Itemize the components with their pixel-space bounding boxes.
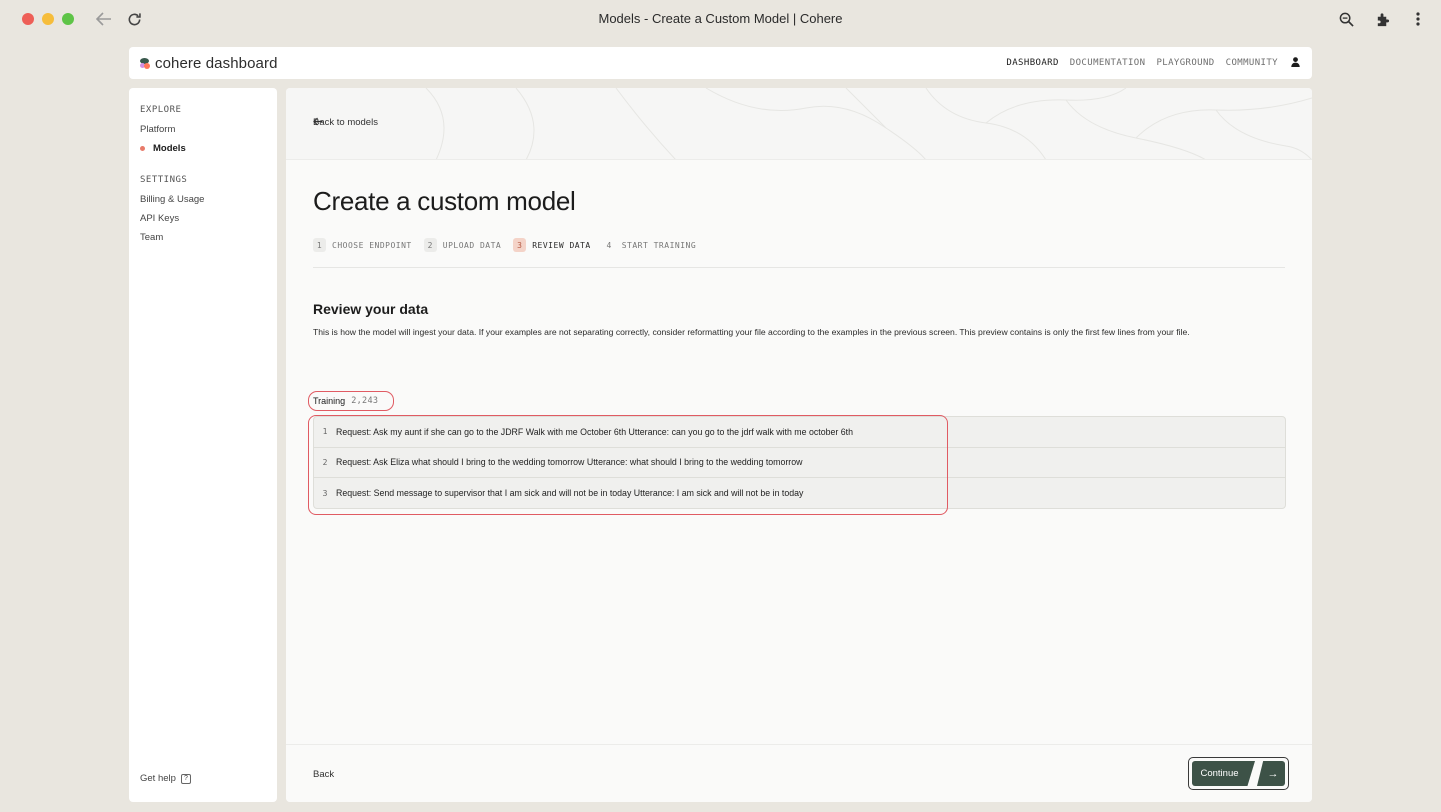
divider bbox=[313, 267, 1285, 268]
step-number: 4 bbox=[606, 240, 612, 250]
user-icon[interactable] bbox=[1291, 56, 1300, 70]
arrow-left-icon[interactable] bbox=[94, 9, 114, 29]
arrow-right-icon[interactable]: → bbox=[1257, 761, 1285, 786]
step-number: 2 bbox=[423, 238, 437, 252]
cohere-logo-icon bbox=[140, 57, 151, 69]
get-help-label: Get help bbox=[140, 773, 176, 784]
stepper: 1 CHOOSE ENDPOINT 2 UPLOAD DATA 3 REVIEW… bbox=[313, 238, 700, 252]
sidebar-item-label: Billing & Usage bbox=[140, 194, 205, 205]
main-panel: Back to models Create a custom model 1 C… bbox=[286, 88, 1312, 802]
tab-highlight-annotation bbox=[308, 391, 394, 411]
step-start-training[interactable]: 4 START TRAINING bbox=[603, 238, 696, 252]
step-upload-data[interactable]: 2 UPLOAD DATA bbox=[423, 238, 502, 252]
browser-chrome: Models - Create a Custom Model | Cohere bbox=[0, 0, 1441, 38]
sidebar-section-explore: EXPLORE bbox=[140, 105, 182, 115]
logo-text: cohere dashboard bbox=[155, 54, 278, 72]
nav-community[interactable]: COMMUNITY bbox=[1226, 58, 1278, 68]
rows-highlight-annotation bbox=[308, 415, 948, 515]
reload-icon[interactable] bbox=[124, 9, 144, 29]
sidebar-item-label: Models bbox=[153, 143, 186, 154]
active-indicator-icon bbox=[140, 146, 145, 151]
sidebar: EXPLORE Platform Models SETTINGS Billing… bbox=[129, 88, 277, 802]
extensions-icon[interactable] bbox=[1373, 9, 1391, 29]
footer-bar: Back Continue → bbox=[286, 744, 1312, 802]
more-vert-icon[interactable] bbox=[1409, 9, 1427, 29]
page-title: Create a custom model bbox=[313, 186, 576, 216]
banner-pattern-icon bbox=[425, 88, 1312, 159]
sidebar-item-team[interactable]: Team bbox=[140, 228, 266, 247]
continue-button[interactable]: Continue bbox=[1192, 761, 1255, 786]
top-navbar: cohere dashboard DASHBOARD DOCUMENTATION… bbox=[129, 47, 1312, 79]
close-window-button[interactable] bbox=[22, 13, 34, 25]
step-label: CHOOSE ENDPOINT bbox=[332, 240, 412, 250]
arrow-left-icon bbox=[313, 117, 323, 126]
step-number: 1 bbox=[313, 238, 326, 252]
back-to-models-link[interactable]: Back to models bbox=[313, 117, 378, 128]
sidebar-section-settings: SETTINGS bbox=[140, 175, 188, 185]
back-button[interactable]: Back bbox=[313, 769, 334, 780]
step-number: 3 bbox=[513, 238, 527, 252]
sidebar-item-label: Team bbox=[140, 232, 164, 243]
sidebar-item-label: Platform bbox=[140, 124, 176, 135]
help-icon: ? bbox=[180, 773, 191, 784]
section-title: Review your data bbox=[313, 301, 429, 317]
sidebar-item-platform[interactable]: Platform bbox=[140, 120, 266, 139]
nav-documentation[interactable]: DOCUMENTATION bbox=[1070, 58, 1146, 68]
sidebar-item-billing[interactable]: Billing & Usage bbox=[140, 190, 266, 209]
section-description: This is how the model will ingest your d… bbox=[313, 327, 1190, 337]
window-controls bbox=[22, 13, 74, 25]
logo[interactable]: cohere dashboard bbox=[140, 55, 278, 72]
browser-title: Models - Create a Custom Model | Cohere bbox=[598, 11, 843, 26]
sidebar-item-models[interactable]: Models bbox=[140, 139, 266, 158]
step-label: UPLOAD DATA bbox=[442, 240, 502, 250]
header-banner: Back to models bbox=[286, 88, 1312, 160]
minimize-window-button[interactable] bbox=[42, 13, 54, 25]
step-choose-endpoint[interactable]: 1 CHOOSE ENDPOINT bbox=[313, 238, 412, 252]
nav-playground[interactable]: PLAYGROUND bbox=[1156, 58, 1214, 68]
step-review-data[interactable]: 3 REVIEW DATA bbox=[513, 238, 590, 252]
get-help-link[interactable]: Get help ? bbox=[140, 773, 191, 784]
sidebar-item-api-keys[interactable]: API Keys bbox=[140, 209, 266, 228]
sidebar-item-label: API Keys bbox=[140, 213, 180, 224]
nav-dashboard[interactable]: DASHBOARD bbox=[1006, 58, 1058, 68]
continue-button-group: Continue → bbox=[1188, 757, 1289, 790]
step-label: REVIEW DATA bbox=[532, 240, 591, 250]
top-nav-links: DASHBOARD DOCUMENTATION PLAYGROUND COMMU… bbox=[1006, 56, 1300, 70]
step-label: START TRAINING bbox=[621, 240, 697, 250]
zoom-icon[interactable] bbox=[1337, 9, 1355, 29]
maximize-window-button[interactable] bbox=[62, 13, 74, 25]
